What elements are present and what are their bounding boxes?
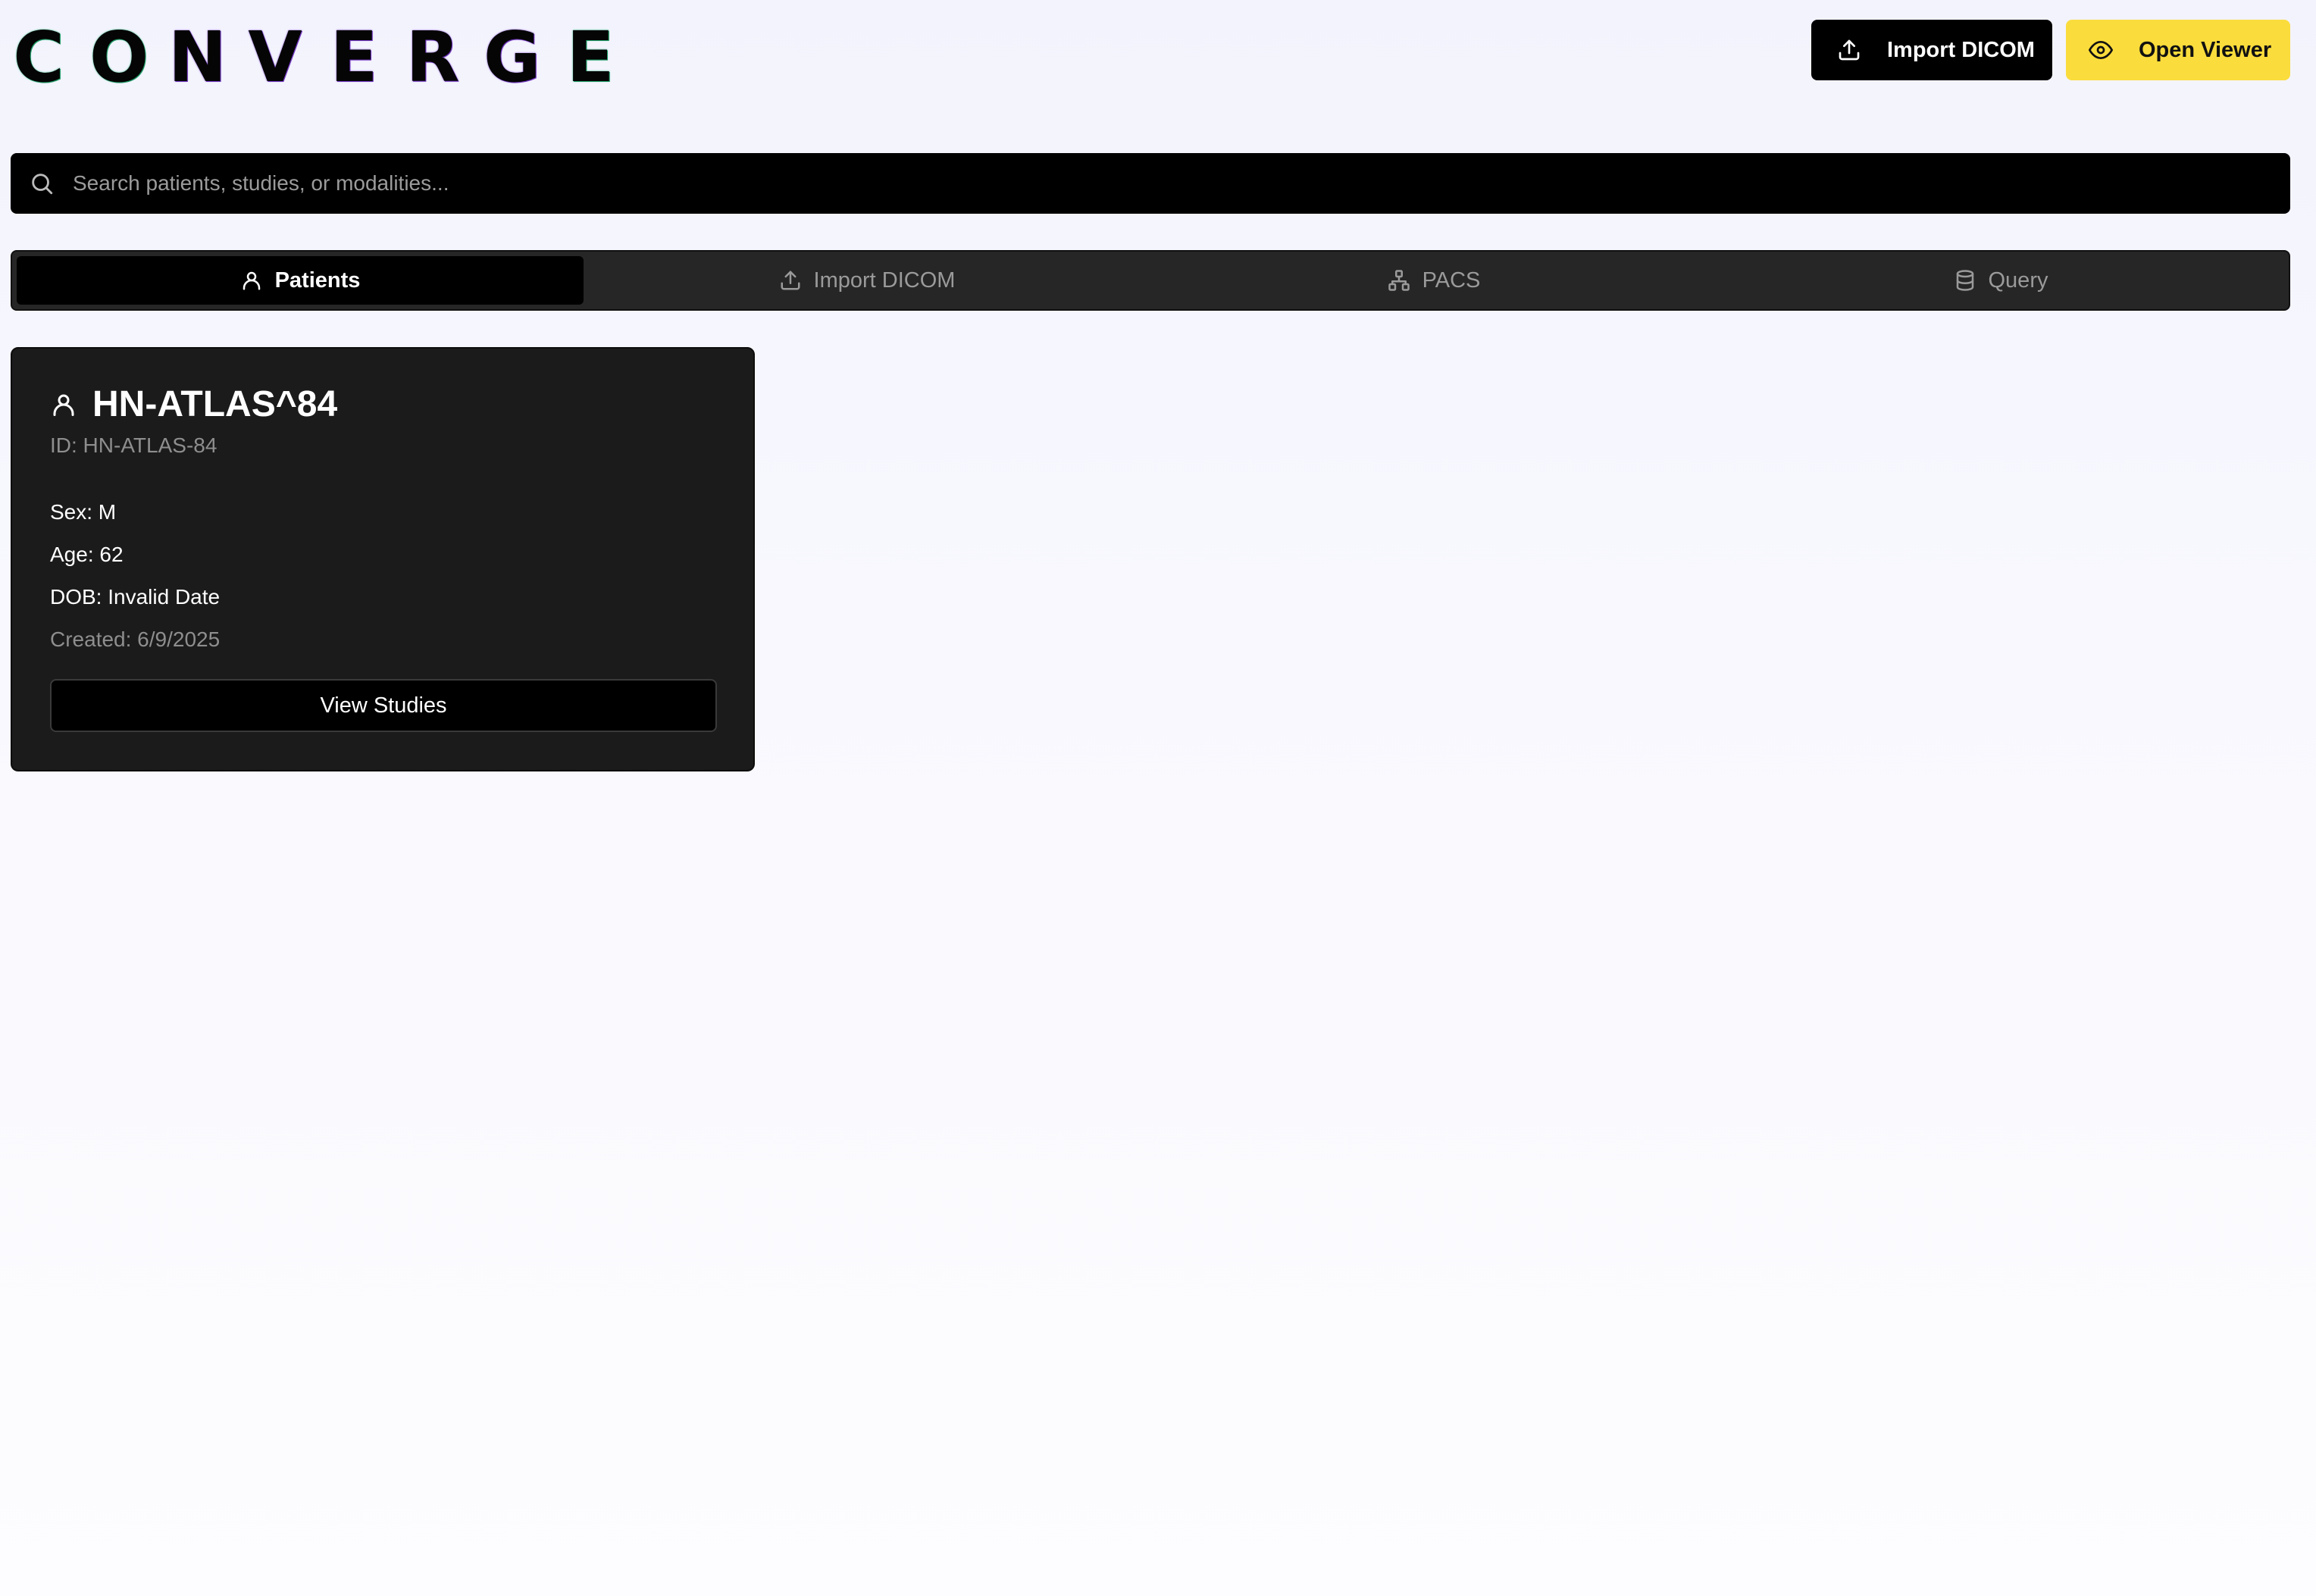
logo-letter: R (405, 17, 460, 98)
patient-id: ID: HN-ATLAS-84 (50, 433, 218, 457)
user-icon (50, 391, 77, 418)
patient-name-heading: HN-ATLAS^84 (50, 383, 337, 425)
search-icon (29, 171, 55, 196)
tab-label: Patients (274, 268, 361, 293)
logo-letter: E (566, 17, 615, 98)
patient-card: HN-ATLAS^84 ID: HN-ATLAS-84 Sex: M Age: … (11, 347, 755, 771)
patient-age: Age: 62 (50, 543, 124, 566)
app-logo: C O N V E R G E (11, 20, 641, 95)
search-input[interactable] (71, 171, 2257, 196)
tab-label: Import DICOM (813, 268, 956, 293)
logo-letter: N (168, 17, 227, 98)
tab-patients[interactable]: Patients (17, 256, 584, 305)
database-icon (1954, 269, 1976, 292)
logo-letter: E (330, 17, 378, 98)
logo-letter: C (13, 17, 64, 98)
patient-name: HN-ATLAS^84 (92, 384, 338, 424)
logo-letter: G (484, 17, 541, 98)
tab-label: PACS (1422, 268, 1481, 293)
tab-pacs[interactable]: PACS (1150, 256, 1717, 305)
upload-icon (779, 269, 802, 292)
logo-letter: O (89, 17, 149, 98)
network-icon (1388, 269, 1410, 292)
tab-bar: Patients Import DICOM PACS Query (11, 250, 2290, 311)
patient-dob: DOB: Invalid Date (50, 585, 221, 609)
upload-icon (1837, 38, 1861, 62)
tab-label: Query (1988, 268, 2048, 293)
import-dicom-button[interactable]: Import DICOM (1811, 20, 2052, 80)
open-viewer-button[interactable]: Open Viewer (2066, 20, 2290, 80)
search-bar (11, 153, 2290, 214)
logo-letter: V (248, 17, 302, 98)
patient-sex: Sex: M (50, 500, 117, 524)
patient-created: Created: 6/9/2025 (50, 627, 221, 651)
tab-query[interactable]: Query (1717, 256, 2284, 305)
view-studies-button[interactable]: View Studies (50, 679, 717, 732)
tab-import-dicom[interactable]: Import DICOM (584, 256, 1150, 305)
user-icon (240, 269, 263, 292)
eye-icon (2089, 38, 2113, 62)
open-viewer-label: Open Viewer (2139, 37, 2272, 62)
import-dicom-label: Import DICOM (1887, 37, 2035, 62)
